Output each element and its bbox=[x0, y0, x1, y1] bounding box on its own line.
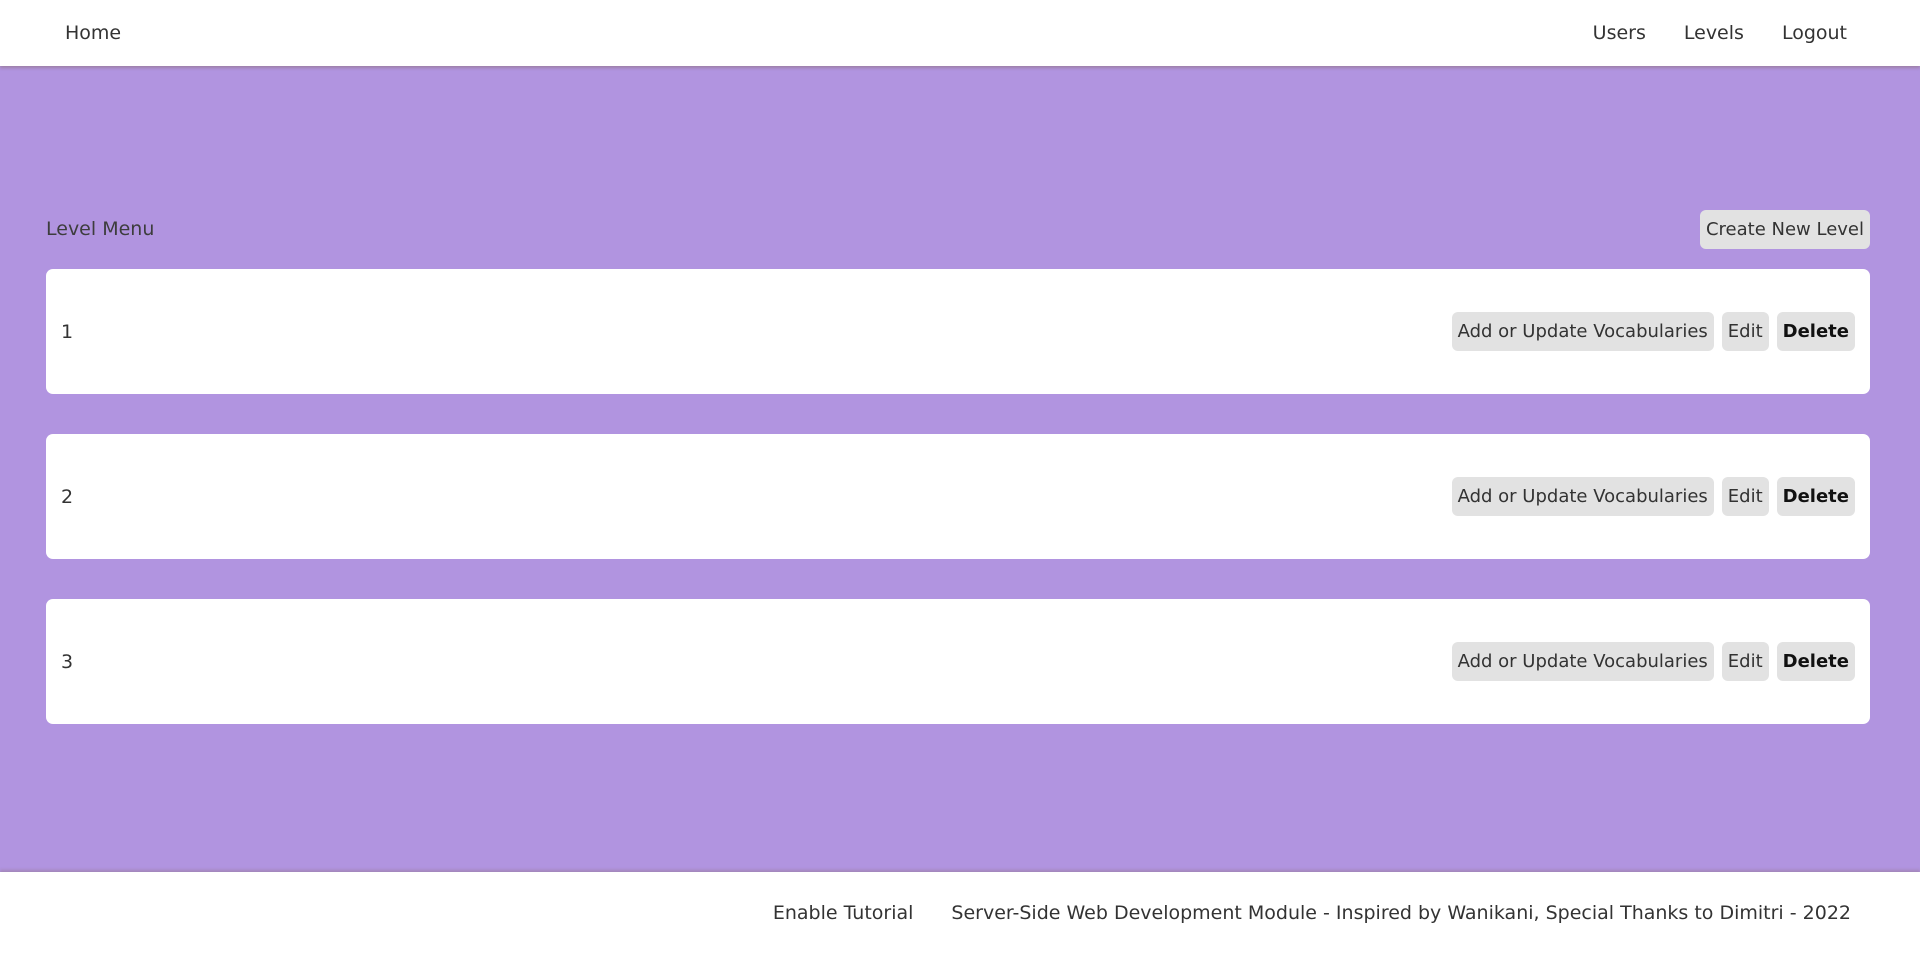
nav-logout-link[interactable]: Logout bbox=[1782, 22, 1847, 44]
level-card: 3 Add or Update Vocabularies Edit Delete bbox=[46, 599, 1870, 724]
top-navbar: Home Users Levels Logout bbox=[0, 0, 1920, 66]
level-number: 1 bbox=[61, 320, 74, 343]
edit-level-button[interactable]: Edit bbox=[1721, 312, 1769, 351]
level-actions: Add or Update Vocabularies Edit Delete bbox=[1451, 477, 1855, 516]
nav-menu: Users Levels Logout bbox=[1593, 22, 1855, 44]
footer-credits: Server-Side Web Development Module - Ins… bbox=[951, 901, 1851, 924]
add-update-vocabularies-button[interactable]: Add or Update Vocabularies bbox=[1451, 312, 1714, 351]
add-update-vocabularies-button[interactable]: Add or Update Vocabularies bbox=[1451, 477, 1714, 516]
level-number: 2 bbox=[61, 485, 74, 508]
level-number: 3 bbox=[61, 650, 74, 673]
nav-home-link[interactable]: Home bbox=[65, 22, 121, 44]
delete-level-button[interactable]: Delete bbox=[1776, 312, 1855, 351]
page-footer: Enable Tutorial Server-Side Web Developm… bbox=[0, 872, 1920, 953]
add-update-vocabularies-button[interactable]: Add or Update Vocabularies bbox=[1451, 642, 1714, 681]
edit-level-button[interactable]: Edit bbox=[1721, 477, 1769, 516]
enable-tutorial-link[interactable]: Enable Tutorial bbox=[773, 902, 914, 924]
level-menu-title: Level Menu bbox=[46, 218, 155, 240]
level-card: 1 Add or Update Vocabularies Edit Delete bbox=[46, 269, 1870, 394]
nav-levels-link[interactable]: Levels bbox=[1684, 22, 1744, 44]
level-menu-header: Level Menu Create New Level bbox=[46, 209, 1870, 249]
nav-users-link[interactable]: Users bbox=[1593, 22, 1646, 44]
create-new-level-button[interactable]: Create New Level bbox=[1699, 209, 1870, 249]
level-actions: Add or Update Vocabularies Edit Delete bbox=[1451, 312, 1855, 351]
level-actions: Add or Update Vocabularies Edit Delete bbox=[1451, 642, 1855, 681]
edit-level-button[interactable]: Edit bbox=[1721, 642, 1769, 681]
delete-level-button[interactable]: Delete bbox=[1776, 477, 1855, 516]
level-card: 2 Add or Update Vocabularies Edit Delete bbox=[46, 434, 1870, 559]
delete-level-button[interactable]: Delete bbox=[1776, 642, 1855, 681]
